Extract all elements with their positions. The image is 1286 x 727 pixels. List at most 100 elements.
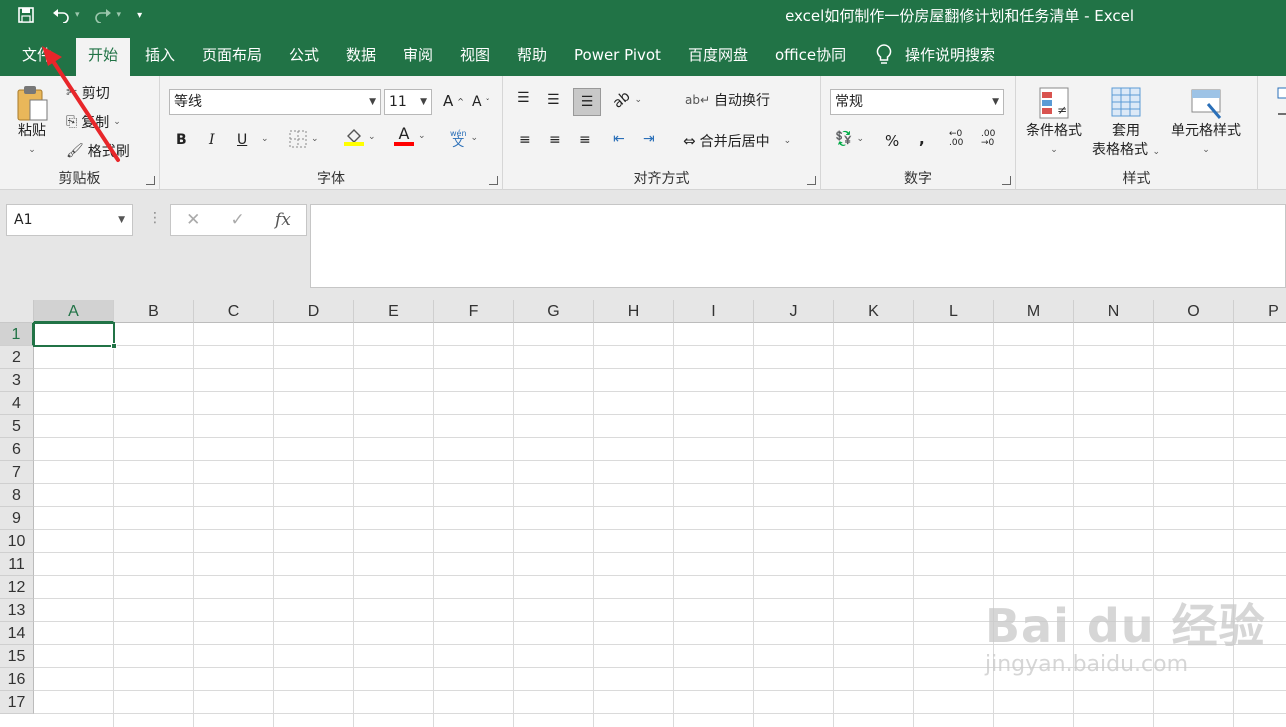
row-header-11[interactable]: 11 [0,553,34,576]
align-left-button[interactable]: ≡ [519,132,531,148]
fill-handle[interactable] [111,343,117,349]
align-right-button[interactable]: ≡ [579,132,591,148]
bold-button[interactable]: B [176,132,187,148]
format-painter-button[interactable]: 🖌 格式刷 [66,141,130,161]
decrease-decimal-button[interactable]: .00 →0 [981,130,995,148]
fill-color-button[interactable]: ⌄ [344,128,376,146]
clipboard-launcher-icon[interactable] [146,176,155,185]
column-header-e[interactable]: E [354,300,434,323]
cell-styles-button[interactable]: 单元格样式 ⌄ [1171,84,1241,160]
underline-button[interactable]: U [237,132,247,148]
column-header-p[interactable]: P [1234,300,1286,323]
row-header-4[interactable]: 4 [0,392,34,415]
column-header-k[interactable]: K [834,300,914,323]
italic-button[interactable]: I [209,132,215,148]
copy-button[interactable]: ⎘ 复制 ⌄ [66,112,121,132]
row-header-14[interactable]: 14 [0,622,34,645]
column-header-i[interactable]: I [674,300,754,323]
cancel-icon[interactable]: ✕ [186,210,200,230]
paste-dropdown-icon[interactable]: ⌄ [28,141,36,160]
column-header-b[interactable]: B [114,300,194,323]
column-header-l[interactable]: L [914,300,994,323]
increase-indent-button[interactable]: ⇥ [643,131,655,147]
row-header-10[interactable]: 10 [0,530,34,553]
row-header-1[interactable]: 1 [0,323,34,346]
middle-align-button[interactable]: ☰ [547,92,560,108]
phonetic-guide-button[interactable]: wén 文 ⌄ [450,129,478,148]
increase-font-size-button[interactable]: A ^ [443,92,464,110]
accounting-format-button[interactable]: 💱 ⌄ [835,131,864,147]
column-header-d[interactable]: D [274,300,354,323]
tab-insert[interactable]: 插入 [133,38,187,76]
selected-cell-a1[interactable] [33,322,117,349]
row-header-6[interactable]: 6 [0,438,34,461]
font-launcher-icon[interactable] [489,176,498,185]
tab-page-layout[interactable]: 页面布局 [190,38,274,76]
select-all-corner[interactable] [0,300,34,323]
tab-power-pivot[interactable]: Power Pivot [562,38,673,76]
name-box[interactable]: A1 ▼ [6,204,133,236]
borders-button[interactable]: ⌄ [289,130,319,148]
tab-office-collab[interactable]: office协同 [763,38,858,76]
redo-icon[interactable] [94,3,112,27]
tab-baidu-netdisk[interactable]: 百度网盘 [676,38,760,76]
decrease-font-size-button[interactable]: Aˇ [472,94,490,110]
row-header-9[interactable]: 9 [0,507,34,530]
insert-function-icon[interactable]: fx [275,210,291,230]
column-header-f[interactable]: F [434,300,514,323]
paste-button[interactable]: 粘贴 ⌄ [14,84,50,160]
row-header-2[interactable]: 2 [0,346,34,369]
cut-button[interactable]: ✂ 剪切 [66,83,110,103]
font-size-combo[interactable]: 11 ▼ [384,89,432,115]
row-header-13[interactable]: 13 [0,599,34,622]
undo-icon[interactable] [52,3,70,27]
orientation-button[interactable]: ab ⌄ [610,88,642,111]
merge-center-button[interactable]: ⇔ 合并后居中 ⌄ [683,131,791,151]
bottom-align-button[interactable]: ☰ [573,88,601,116]
undo-dropdown-icon[interactable]: ▾ [75,10,80,20]
row-header-15[interactable]: 15 [0,645,34,668]
column-header-a[interactable]: A [34,300,114,323]
row-header-5[interactable]: 5 [0,415,34,438]
customize-qat-icon[interactable]: ▾ [137,3,142,27]
formula-input[interactable] [310,204,1286,288]
comma-style-button[interactable]: , [919,130,925,148]
number-launcher-icon[interactable] [1002,176,1011,185]
save-icon[interactable] [18,3,34,27]
row-header-16[interactable]: 16 [0,668,34,691]
font-color-button[interactable]: A ⌄ [394,126,426,146]
decrease-indent-button[interactable]: ⇤ [613,131,625,147]
increase-decimal-button[interactable]: ←0.00 [949,130,963,148]
top-align-button[interactable]: ☰ [517,90,530,106]
number-format-combo[interactable]: 常规 ▼ [830,89,1004,115]
column-header-m[interactable]: M [994,300,1074,323]
column-header-j[interactable]: J [754,300,834,323]
conditional-formatting-button[interactable]: ≠ 条件格式 ⌄ [1026,84,1082,160]
copy-dropdown-icon[interactable]: ⌄ [113,117,121,127]
row-header-12[interactable]: 12 [0,576,34,599]
tab-review[interactable]: 审阅 [391,38,445,76]
tab-formulas[interactable]: 公式 [277,38,331,76]
tab-view[interactable]: 视图 [448,38,502,76]
tab-data[interactable]: 数据 [334,38,388,76]
wrap-text-button[interactable]: ab↵ 自动换行 [685,90,770,110]
format-as-table-button[interactable]: 套用 表格格式 ⌄ [1092,84,1160,162]
column-header-h[interactable]: H [594,300,674,323]
insert-cells-icon[interactable] [1276,84,1286,144]
tell-me-search[interactable]: 操作说明搜索 [875,43,995,65]
percent-style-button[interactable]: % [885,132,899,150]
row-header-7[interactable]: 7 [0,461,34,484]
font-name-combo[interactable]: 等线 ▼ [169,89,381,115]
row-header-8[interactable]: 8 [0,484,34,507]
column-header-o[interactable]: O [1154,300,1234,323]
column-header-g[interactable]: G [514,300,594,323]
redo-dropdown-icon[interactable]: ▾ [117,10,122,20]
tab-file[interactable]: 文件 [10,38,64,76]
column-header-n[interactable]: N [1074,300,1154,323]
tab-home[interactable]: 开始 [76,38,131,76]
tab-help[interactable]: 帮助 [505,38,559,76]
formula-bar-resize-handle[interactable]: ⋮ [148,210,162,226]
row-header-17[interactable]: 17 [0,691,34,714]
enter-check-icon[interactable]: ✓ [231,210,245,230]
column-header-c[interactable]: C [194,300,274,323]
